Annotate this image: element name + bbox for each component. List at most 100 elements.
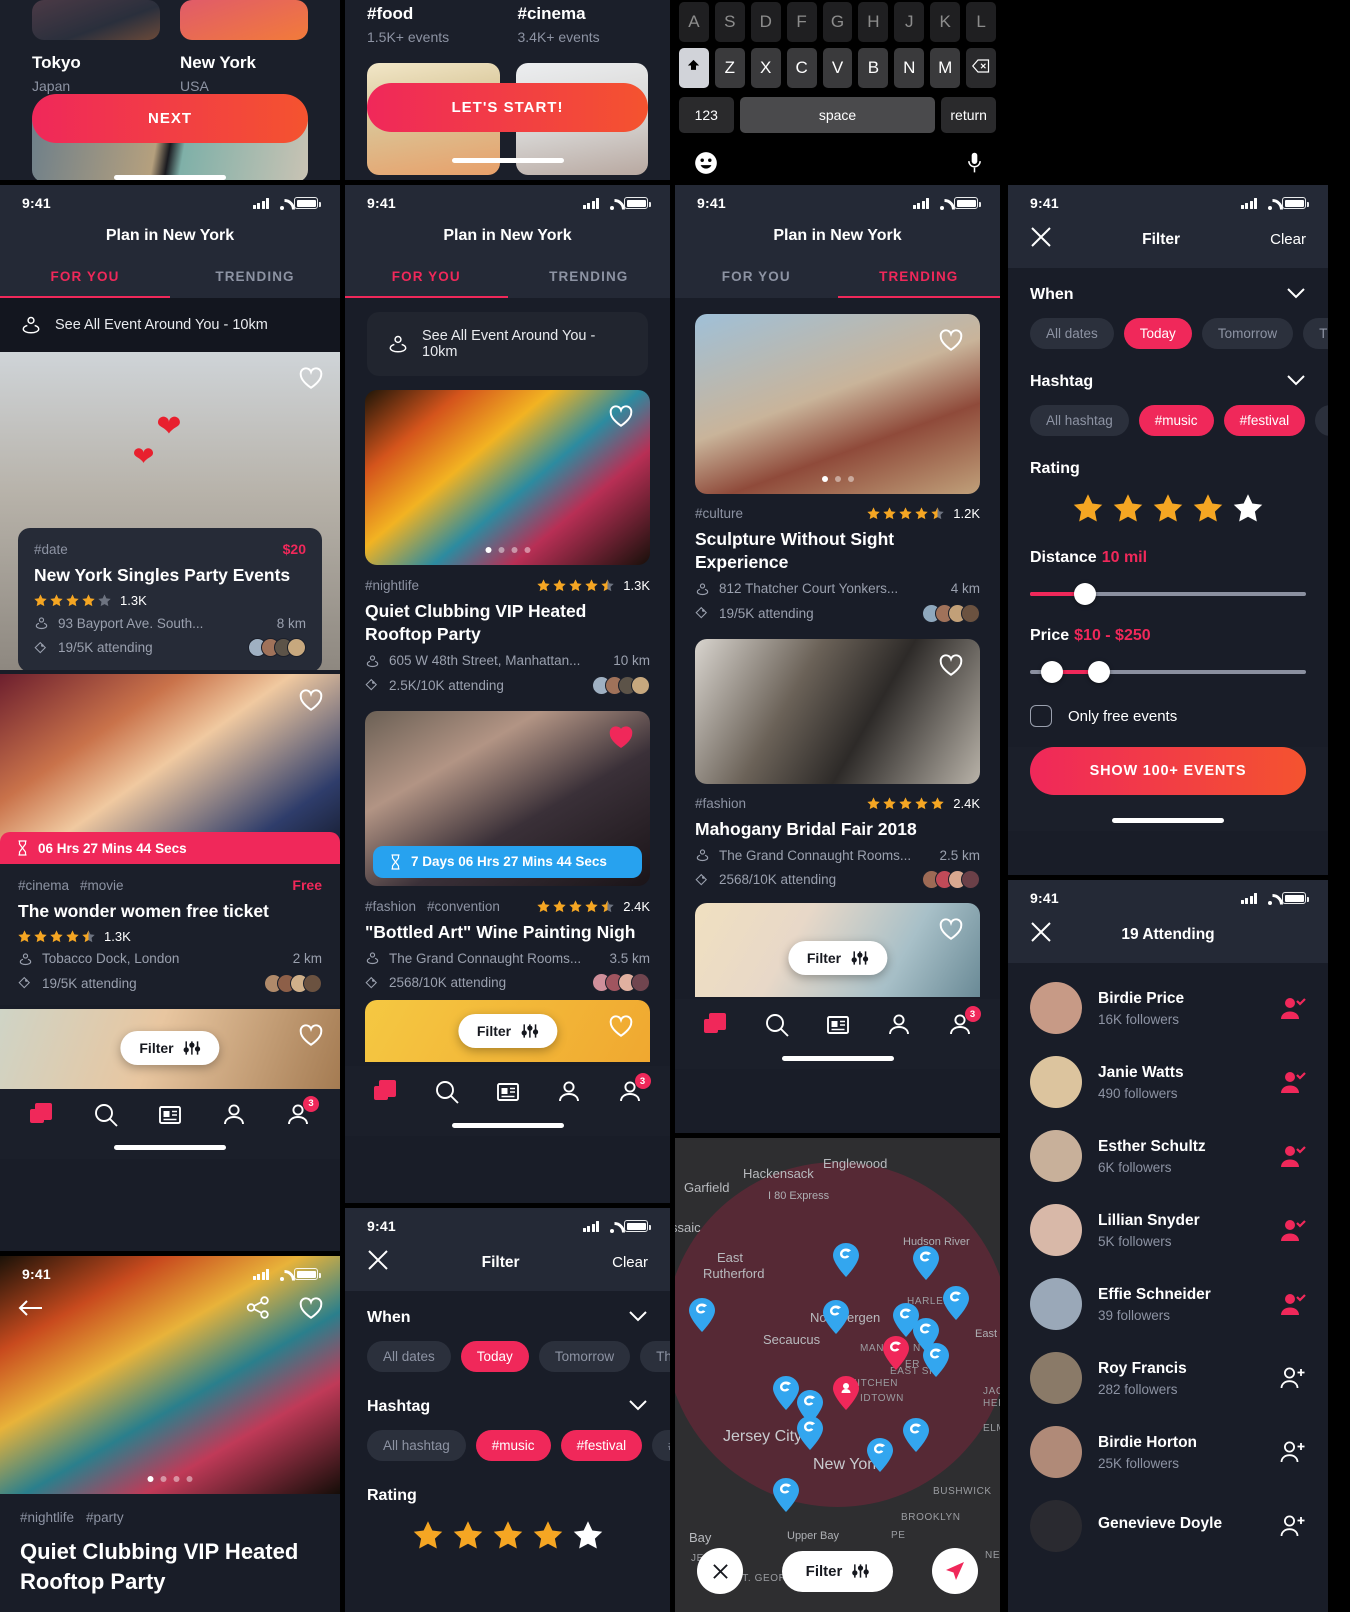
- list-item[interactable]: Genevieve Doyle: [1008, 1489, 1328, 1563]
- map-pin-event[interactable]: [773, 1478, 799, 1512]
- event-card-image[interactable]: 7 Days 06 Hrs 27 Mins 44 Secs: [365, 710, 650, 886]
- list-item[interactable]: Janie Watts 490 followers: [1008, 1045, 1328, 1119]
- share-icon[interactable]: [246, 1296, 270, 1324]
- navigate-icon[interactable]: [932, 1548, 978, 1595]
- chip-tomorrow[interactable]: Tomorrow: [538, 1341, 631, 1372]
- close-icon[interactable]: [367, 1249, 389, 1276]
- key-b[interactable]: B: [858, 48, 889, 88]
- add-follow-icon[interactable]: [1280, 1366, 1306, 1390]
- map-pin-event[interactable]: [823, 1300, 849, 1334]
- avatar[interactable]: [1030, 1426, 1082, 1478]
- following-icon[interactable]: [1280, 996, 1306, 1020]
- key-a[interactable]: A: [679, 2, 709, 42]
- key-v[interactable]: V: [822, 48, 853, 88]
- avatar[interactable]: [1030, 1056, 1082, 1108]
- event-card-image[interactable]: Filter: [0, 1008, 340, 1089]
- chip-festival[interactable]: #festival: [560, 1430, 643, 1461]
- tab-trending[interactable]: TRENDING: [508, 259, 671, 298]
- close-icon[interactable]: [697, 1548, 743, 1595]
- key-c[interactable]: C: [786, 48, 817, 88]
- clear-button[interactable]: Clear: [1270, 231, 1306, 248]
- following-icon[interactable]: [1280, 1292, 1306, 1316]
- star-icon[interactable]: [573, 1521, 603, 1550]
- key-d[interactable]: D: [750, 2, 781, 42]
- map-pin-event[interactable]: [943, 1286, 969, 1320]
- feed-icon[interactable]: [495, 1079, 521, 1105]
- close-icon[interactable]: [1030, 921, 1052, 948]
- add-follow-icon[interactable]: [1280, 1514, 1306, 1538]
- cards-icon[interactable]: [373, 1079, 399, 1105]
- cards-icon[interactable]: [703, 1012, 729, 1038]
- star-icon[interactable]: [1233, 494, 1263, 523]
- chip-all-dates[interactable]: All dates: [367, 1341, 451, 1372]
- heart-icon[interactable]: [938, 917, 964, 941]
- map-pin-event[interactable]: [797, 1416, 823, 1450]
- people-icon[interactable]: [556, 1079, 582, 1105]
- heart-icon[interactable]: [298, 366, 324, 390]
- event-hashtag[interactable]: #cinema: [18, 878, 69, 893]
- event-card-info[interactable]: #fashion #convention 2.4K "Bottled Art" …: [365, 886, 650, 1001]
- detail-hashtag[interactable]: #nightlife: [20, 1510, 74, 1525]
- event-card-image[interactable]: Filter: [695, 903, 980, 998]
- chip-tomorrow[interactable]: Tomorrow: [1201, 318, 1294, 349]
- attendee-avatars[interactable]: [264, 973, 322, 993]
- key-g[interactable]: G: [822, 2, 853, 42]
- image-carousel-dots[interactable]: [821, 476, 854, 482]
- only-free-checkbox[interactable]: [1030, 705, 1052, 727]
- chevron-down-icon[interactable]: [628, 1309, 648, 1327]
- star-icon[interactable]: [1193, 494, 1223, 523]
- chip-this-week[interactable]: This w: [1303, 318, 1328, 349]
- event-hashtag[interactable]: #nightlife: [365, 578, 419, 593]
- star-icon[interactable]: [1113, 494, 1143, 523]
- event-hashtag[interactable]: #convention: [427, 899, 500, 914]
- heart-icon[interactable]: [608, 1014, 634, 1038]
- key-l[interactable]: L: [966, 2, 997, 42]
- search-icon[interactable]: [93, 1102, 119, 1128]
- map-pin-event[interactable]: [923, 1343, 949, 1377]
- shift-icon[interactable]: [679, 48, 709, 88]
- rating-stars[interactable]: [1030, 494, 1306, 523]
- attendee-avatars[interactable]: [248, 638, 306, 657]
- space-key[interactable]: space: [739, 97, 936, 133]
- slider-knob-low[interactable]: [1041, 661, 1064, 683]
- heart-icon[interactable]: [298, 1023, 324, 1047]
- heart-icon[interactable]: [938, 328, 964, 352]
- feed-icon[interactable]: [825, 1012, 851, 1038]
- map-pin-event[interactable]: [883, 1336, 909, 1370]
- star-icon[interactable]: [1153, 494, 1183, 523]
- avatar[interactable]: [1030, 1352, 1082, 1404]
- backspace-icon[interactable]: [966, 48, 997, 88]
- rating-stars[interactable]: [367, 1521, 648, 1550]
- star-icon[interactable]: [533, 1521, 563, 1550]
- star-icon[interactable]: [493, 1521, 523, 1550]
- detail-hashtag[interactable]: #party: [86, 1510, 124, 1525]
- search-icon[interactable]: [764, 1012, 790, 1038]
- feed-icon[interactable]: [157, 1102, 183, 1128]
- attendee-avatars[interactable]: [592, 973, 650, 993]
- following-icon[interactable]: [1280, 1070, 1306, 1094]
- chip-all-dates[interactable]: All dates: [1030, 318, 1114, 349]
- city-photo-newyork[interactable]: [180, 0, 308, 40]
- distance-slider[interactable]: [1030, 583, 1306, 605]
- key-f[interactable]: F: [786, 2, 817, 42]
- event-card-info[interactable]: #culture 1.2K Sculpture Without Sight Ex…: [695, 494, 980, 633]
- star-icon[interactable]: [1073, 494, 1103, 523]
- key-n[interactable]: N: [894, 48, 925, 88]
- profile-icon[interactable]: 3: [617, 1073, 651, 1105]
- event-card-info[interactable]: #date $20 New York Singles Party Events …: [18, 528, 322, 670]
- filter-button[interactable]: Filter: [781, 1550, 894, 1592]
- list-item[interactable]: Effie Schneider 39 followers: [1008, 1267, 1328, 1341]
- tab-for-you[interactable]: FOR YOU: [675, 259, 838, 298]
- map-pin-event[interactable]: [867, 1438, 893, 1472]
- following-icon[interactable]: [1280, 1218, 1306, 1242]
- add-follow-icon[interactable]: [1280, 1440, 1306, 1464]
- emoji-icon[interactable]: [693, 150, 719, 180]
- slider-knob-high[interactable]: [1087, 661, 1110, 683]
- event-card-info[interactable]: #fashion 2.4K Mahogany Bridal Fair 2018: [695, 784, 980, 898]
- list-item[interactable]: Birdie Price 16K followers: [1008, 971, 1328, 1045]
- heart-icon[interactable]: [298, 688, 324, 712]
- key-x[interactable]: X: [750, 48, 781, 88]
- filter-button[interactable]: Filter: [457, 1014, 558, 1049]
- close-icon[interactable]: [1030, 226, 1052, 253]
- event-card-image[interactable]: [695, 314, 980, 494]
